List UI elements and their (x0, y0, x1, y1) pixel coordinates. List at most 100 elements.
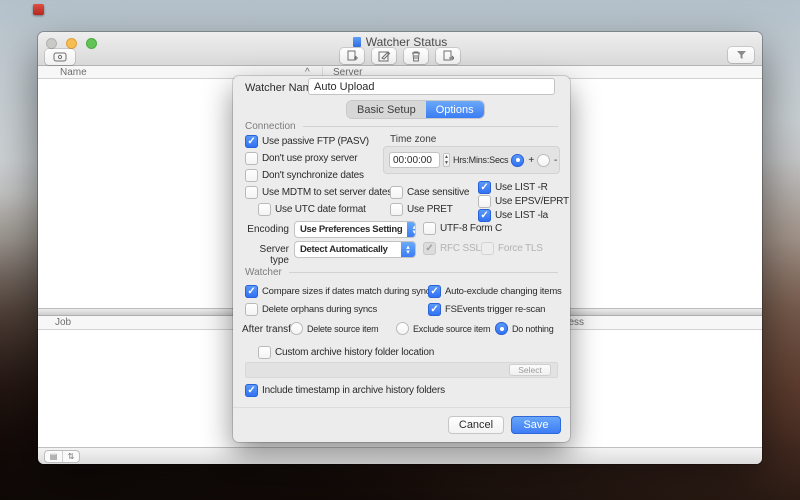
sort-order-button[interactable]: ⇅ (62, 451, 79, 462)
timezone-stepper[interactable]: ▲ ▼ (443, 153, 450, 167)
tab-basic-setup[interactable]: Basic Setup (347, 101, 426, 118)
pencil-icon (378, 50, 390, 62)
checkbox-delete-orphans[interactable]: Delete orphans during syncs (245, 303, 377, 316)
checkbox-label: Delete orphans during syncs (262, 304, 378, 315)
checkbox-label: Use PRET (407, 204, 453, 215)
window-title-text: Watcher Status (365, 35, 448, 49)
checkbox-rfc-ssl: RFC SSL (423, 242, 481, 255)
encoding-value: Use Preferences Setting (300, 224, 403, 235)
checkbox-use-list-r[interactable]: Use LIST -R (478, 181, 548, 194)
edit-watcher-button[interactable] (372, 48, 396, 64)
checkbox-fsevents[interactable]: FSEvents trigger re-scan (428, 303, 545, 316)
checkbox-use-pret[interactable]: Use PRET (390, 203, 453, 216)
checkbox-box (245, 169, 258, 182)
checkbox-no-sync-dates[interactable]: Don't synchronize dates (245, 169, 364, 182)
checkbox-box (423, 222, 436, 235)
desktop-red-icon (33, 4, 44, 15)
tab-options[interactable]: Options (425, 101, 484, 118)
checkbox-label: Use MDTM to set server dates (262, 187, 392, 198)
list-view-icon: ▤ (49, 451, 58, 461)
checkbox-force-tls: Force TLS (481, 242, 543, 255)
add-watcher-button[interactable] (340, 48, 364, 64)
run-watcher-button[interactable] (436, 48, 460, 64)
checkbox-label: Use passive FTP (PASV) (262, 136, 369, 147)
trash-icon (410, 50, 422, 62)
cancel-button[interactable]: Cancel (448, 416, 504, 434)
checkbox-box (478, 195, 491, 208)
radio-exclude-source[interactable]: Exclude source item (396, 322, 490, 335)
checkbox-include-timestamp[interactable]: Include timestamp in archive history fol… (245, 384, 445, 397)
watcher-doc-icon (352, 37, 361, 47)
connection-section-header: Connection (245, 121, 558, 132)
delete-watcher-button[interactable] (404, 48, 428, 64)
window-bottom-bar: ▤ ⇅ (38, 447, 762, 464)
checkbox-no-proxy[interactable]: Don't use proxy server (245, 152, 358, 165)
checkbox-use-epsv[interactable]: Use EPSV/EPRT (478, 195, 569, 208)
checkbox-use-mdtm[interactable]: Use MDTM to set server dates (245, 186, 392, 199)
checkbox-box (245, 384, 258, 397)
select-folder-button[interactable]: Select (509, 364, 551, 376)
radio-label: - (554, 154, 558, 166)
filter-funnel-icon (736, 50, 747, 60)
watcher-name-input[interactable] (308, 78, 555, 95)
radio-label: + (528, 154, 535, 166)
checkbox-box (423, 242, 436, 255)
radio-dot (511, 153, 525, 167)
encoding-label: Encoding (247, 224, 289, 235)
dropdown-arrows-icon (401, 242, 415, 257)
checkbox-box (481, 242, 494, 255)
checkbox-label: Use LIST -la (495, 210, 548, 221)
timezone-label: Time zone (390, 134, 437, 145)
sort-arrows-icon: ⇅ (67, 451, 75, 461)
checkbox-label: Don't synchronize dates (262, 170, 364, 181)
radio-do-nothing[interactable]: Do nothing (495, 322, 554, 335)
radio-timezone-minus[interactable]: - (537, 153, 558, 167)
checkbox-label: UTF-8 Form C (440, 223, 503, 234)
checkbox-box (478, 209, 491, 222)
checkbox-label: FSEvents trigger re-scan (445, 304, 546, 315)
column-job[interactable]: Job (55, 316, 71, 330)
checkbox-utc-format[interactable]: Use UTC date format (258, 203, 366, 216)
checkbox-box (245, 152, 258, 165)
radio-dot (396, 322, 409, 335)
radio-label: Do nothing (512, 323, 554, 334)
checkbox-label: Auto-exclude changing items (445, 286, 562, 297)
encoding-dropdown[interactable]: Use Preferences Setting (294, 221, 416, 238)
server-type-dropdown[interactable]: Detect Automatically (294, 241, 416, 258)
column-name[interactable]: Name (60, 66, 87, 79)
setup-tabs: Basic Setup Options (347, 101, 484, 118)
checkbox-label: Use EPSV/EPRT (495, 196, 569, 207)
checkbox-utf8-form-c[interactable]: UTF-8 Form C (423, 222, 502, 235)
checkbox-label: Custom archive history folder location (275, 347, 435, 358)
server-type-value: Detect Automatically (300, 244, 388, 255)
select-button-label: Select (518, 365, 542, 375)
checkbox-custom-archive[interactable]: Custom archive history folder location (258, 346, 434, 359)
watcher-section-header: Watcher (245, 267, 558, 278)
checkbox-compare-sizes[interactable]: Compare sizes if dates match during sync… (245, 285, 435, 298)
view-mode-button[interactable]: ▤ (45, 451, 62, 462)
checkbox-box (390, 203, 403, 216)
toolbar-center (38, 48, 762, 64)
timezone-input[interactable] (389, 152, 440, 168)
radio-dot (537, 153, 551, 167)
timezone-group: ▲▼ Hrs:Mins:Secs + - (383, 146, 560, 174)
connection-section-label: Connection (245, 121, 296, 132)
checkbox-auto-exclude[interactable]: Auto-exclude changing items (428, 285, 562, 298)
document-arrow-icon (442, 50, 454, 62)
filter-button[interactable] (728, 47, 754, 63)
save-label: Save (523, 419, 549, 431)
radio-label: Delete source item (307, 323, 379, 334)
radio-delete-source[interactable]: Delete source item (290, 322, 379, 335)
save-button[interactable]: Save (511, 416, 561, 434)
checkbox-box (428, 285, 441, 298)
checkbox-box (245, 135, 258, 148)
checkbox-box (478, 181, 491, 194)
checkbox-label: Case sensitive (407, 187, 470, 198)
footer-divider (233, 407, 570, 408)
checkbox-use-passive-ftp[interactable]: Use passive FTP (PASV) (245, 135, 369, 148)
checkbox-box (258, 346, 271, 359)
checkbox-use-list-la[interactable]: Use LIST -la (478, 209, 548, 222)
radio-timezone-plus[interactable]: + (511, 153, 535, 167)
checkbox-case-sensitive[interactable]: Case sensitive (390, 186, 469, 199)
radio-label: Exclude source item (413, 323, 491, 334)
